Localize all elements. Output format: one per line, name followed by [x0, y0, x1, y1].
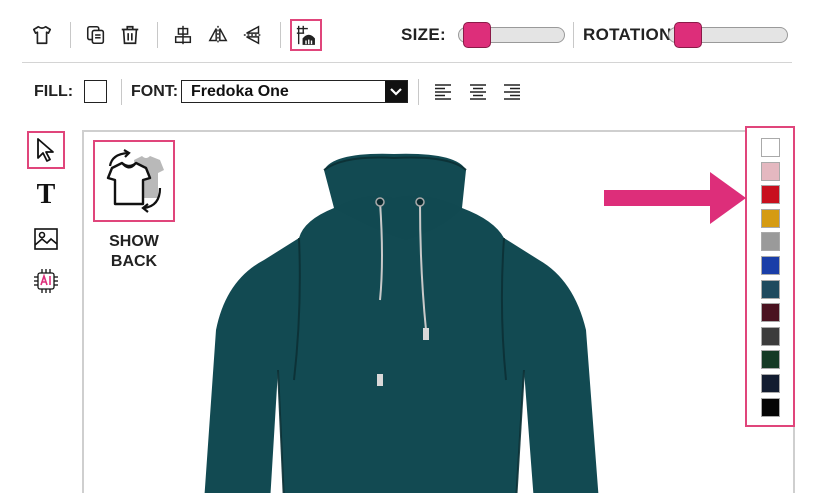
trash-icon[interactable]: [114, 19, 146, 51]
toolbar-separator: [418, 79, 419, 105]
show-back-label: SHOW BACK: [89, 232, 179, 272]
color-swatch[interactable]: [761, 279, 780, 299]
color-swatch[interactable]: [761, 303, 780, 323]
text-tool-icon[interactable]: T: [27, 176, 65, 214]
color-swatch[interactable]: [761, 161, 780, 181]
font-label: FONT:: [131, 83, 179, 100]
toolbar-separator: [70, 22, 71, 48]
toolbar-separator: [157, 22, 158, 48]
show-back-button[interactable]: [93, 140, 175, 222]
hoodie-garment[interactable]: [194, 150, 644, 493]
color-swatch[interactable]: [761, 397, 780, 417]
image-tool-icon[interactable]: [27, 220, 65, 258]
color-palette: [745, 126, 795, 427]
show-back-label-line1: SHOW: [109, 233, 159, 250]
toolbar-separator: [573, 22, 574, 48]
format-toolbar: FILL: FONT: Fredoka One: [22, 74, 542, 110]
toolbar-separator: [121, 79, 122, 105]
align-center-vertical-icon[interactable]: [167, 19, 199, 51]
rotation-slider[interactable]: [668, 22, 788, 48]
rotation-label: ROTATION:: [583, 25, 678, 44]
show-back-label-line2: BACK: [110, 253, 158, 270]
toolbar-divider: [22, 62, 792, 63]
rotation-slider-thumb[interactable]: [674, 22, 702, 48]
align-right-icon[interactable]: [500, 80, 524, 104]
select-cursor-icon[interactable]: [27, 131, 65, 169]
size-label: SIZE:: [401, 25, 446, 44]
color-swatch[interactable]: [761, 185, 780, 205]
main-toolbar: SIZE: ROTATION:: [22, 15, 792, 55]
duplicate-icon[interactable]: [80, 19, 112, 51]
color-swatch[interactable]: [761, 374, 780, 393]
size-slider-thumb[interactable]: [463, 22, 491, 48]
flip-horizontal-icon[interactable]: [202, 19, 234, 51]
chevron-down-icon[interactable]: [385, 81, 407, 102]
color-swatch[interactable]: [761, 138, 780, 157]
fill-label: FILL:: [34, 83, 74, 100]
arrow-right-icon: [604, 172, 746, 224]
text-tool-glyph: T: [36, 179, 56, 210]
toolbar-separator: [280, 22, 281, 48]
color-swatch[interactable]: [761, 232, 780, 252]
flip-vertical-icon[interactable]: [237, 19, 269, 51]
ai-tool-icon[interactable]: [27, 262, 65, 300]
tshirt-icon[interactable]: [26, 19, 58, 51]
font-select[interactable]: Fredoka One: [181, 80, 408, 103]
size-slider[interactable]: [458, 22, 565, 48]
color-swatch[interactable]: [761, 208, 780, 228]
align-left-icon[interactable]: [431, 80, 455, 104]
color-swatch[interactable]: [761, 326, 780, 346]
font-select-value: Fredoka One: [191, 83, 289, 100]
color-swatch[interactable]: [761, 256, 780, 275]
color-swatch[interactable]: [761, 350, 780, 370]
fill-color-picker[interactable]: [84, 80, 107, 103]
center-grid-icon[interactable]: [290, 19, 322, 51]
align-center-icon[interactable]: [466, 80, 490, 104]
tshirt-swap-icon: [106, 149, 164, 213]
